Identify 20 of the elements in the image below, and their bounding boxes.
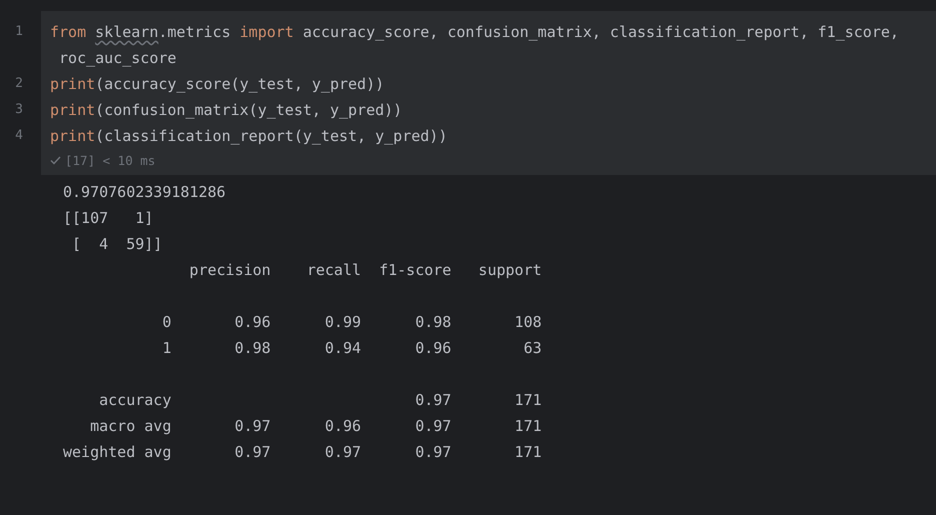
output-line: [ 4 59]] [71,234,162,255]
execution-info: [17] < 10 ms [65,152,156,168]
code-line: print(classification_report(y_test, y_pred)) [50,126,448,147]
output-line: macro avg 0.97 0.96 0.97 171 [89,416,542,437]
output-line: accuracy 0.97 171 [98,390,542,411]
line-number: 1 [14,23,24,41]
output-line: 1 0.98 0.94 0.96 63 [161,338,542,359]
line-number: 3 [14,101,24,119]
code-line: print(confusion_matrix(y_test, y_pred)) [50,100,404,121]
code-line: print(accuracy_score(y_test, y_pred)) [50,74,386,95]
output-line: precision recall f1-score support [188,260,542,281]
code-line: from sklearn.metrics import accuracy_score, confusion_matrix, classification_report, f1_score, [50,22,900,43]
output-line: weighted avg 0.97 0.97 0.97 171 [63,442,542,463]
line-number: 4 [14,127,24,145]
line-number: 2 [14,75,24,93]
output-line: [[107 1] [63,208,154,229]
code-cell[interactable] [41,11,936,175]
output-line: 0 0.96 0.99 0.98 108 [161,312,542,333]
output-line: 0.9707602339181286 [63,182,226,203]
code-line: roc_auc_score [58,48,178,69]
